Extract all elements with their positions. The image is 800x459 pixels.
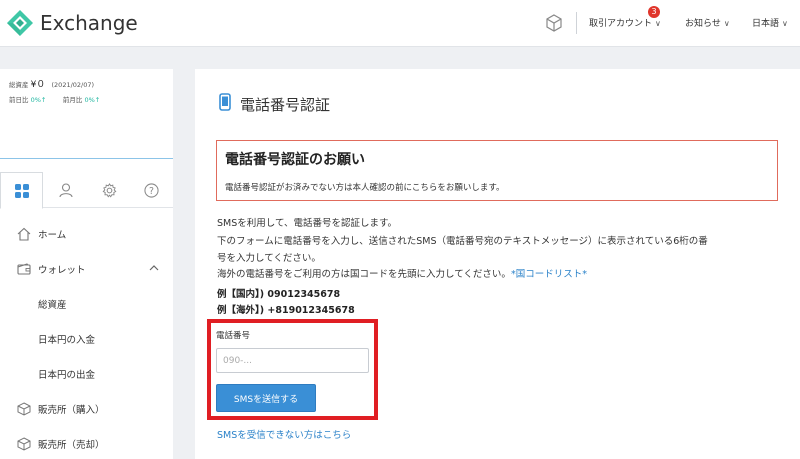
cube-icon [17, 402, 31, 416]
sidebar-item-sell[interactable]: 販売所（売却） [0, 429, 173, 459]
sidebar-divider [0, 158, 173, 159]
wallet-icon [17, 263, 31, 275]
svg-text:?: ? [149, 185, 154, 196]
instruction-line: 海外の電話番号をご利用の方は国コードを先頭に入力してください。*国コードリスト* [217, 266, 587, 280]
language-menu[interactable]: 日本語 ∨ [752, 16, 788, 29]
tab-help[interactable]: ? [130, 172, 173, 208]
sidebar-item-label: 総資産 [38, 300, 67, 311]
sidebar-item-jpy-withdraw[interactable]: 日本円の出金 [0, 359, 173, 389]
sidebar-item-label: 販売所（売却） [38, 440, 105, 451]
sidebar-tabs: ? [0, 172, 173, 209]
instruction-line: SMSを利用して、電話番号を認証します。 [217, 218, 398, 229]
notification-badge: 3 [648, 6, 660, 18]
smartphone-icon [219, 93, 231, 111]
example-domestic: 例【国内】) 09012345678 [217, 289, 341, 300]
trading-account-label: 取引アカウント [589, 19, 653, 29]
chevron-up-icon [149, 265, 159, 271]
language-label: 日本語 [752, 19, 780, 29]
total-assets-value: ¥０ [30, 80, 46, 90]
tab-settings[interactable] [88, 172, 131, 208]
sidebar-item-wallet[interactable]: ウォレット [0, 254, 173, 284]
sidebar-item-label: ウォレット [38, 265, 86, 276]
phone-field-label: 電話番号 [216, 331, 251, 341]
sidebar-item-buy[interactable]: 販売所（購入） [0, 394, 173, 424]
cube-icon[interactable] [545, 14, 563, 32]
sidebar-item-label: ホーム [38, 230, 67, 241]
sidebar-item-jpy-deposit[interactable]: 日本円の入金 [0, 324, 173, 354]
month-change-label: 前月比 [62, 96, 83, 104]
header-separator [576, 12, 577, 34]
instruction-line: 号を入力してください。 [217, 253, 321, 264]
day-change-value: 0%↑ [30, 96, 47, 104]
sidebar-item-label: 日本円の入金 [38, 335, 96, 346]
top-header: Exchange 取引アカウント ∨ 3 お知らせ ∨ 日本語 ∨ [0, 0, 800, 47]
account-change: 前日比 0%↑ 前月比 0%↑ [9, 94, 100, 104]
phone-number-input[interactable] [216, 348, 369, 373]
sms-help-link[interactable]: SMSを受信できない方はこちら [217, 427, 351, 441]
gear-icon [102, 182, 117, 198]
notice-box: 電話番号認証のお願い 電話番号認証がお済みでない方は本人確認の前にこちらをお願い… [216, 140, 778, 201]
sidebar-item-label: 販売所（購入） [38, 405, 105, 416]
instruction-line: 下のフォームに電話番号を入力し、送信されたSMS（電話番号宛のテキストメッセージ… [217, 236, 708, 247]
exchange-logo-icon [7, 10, 33, 36]
notice-title: 電話番号認証のお願い [225, 152, 365, 168]
day-change-label: 前日比 [9, 96, 29, 104]
instruction-text: 海外の電話番号をご利用の方は国コードを先頭に入力してください。 [217, 269, 511, 280]
account-date: (2021/02/07) [51, 81, 95, 89]
brand-name[interactable]: Exchange [40, 11, 138, 35]
page-title: 電話番号認証 [240, 96, 331, 114]
user-icon [58, 182, 73, 197]
sidebar-item-label: 日本円の出金 [38, 370, 96, 381]
chevron-down-icon: ∨ [782, 19, 788, 28]
send-sms-button[interactable]: SMSを送信する [216, 384, 316, 412]
sidebar: 総資産 ¥０ (2021/02/07) 前日比 0%↑ 前月比 0%↑ ? ホー… [0, 69, 173, 459]
dashboard-icon [14, 183, 29, 198]
account-total: 総資産 ¥０ (2021/02/07) [9, 77, 94, 90]
total-assets-label: 総資産 [9, 81, 29, 89]
tab-dashboard[interactable] [0, 172, 43, 209]
month-change-value: 0%↑ [84, 96, 101, 104]
notice-text: 電話番号認証がお済みでない方は本人確認の前にこちらをお願いします。 [225, 183, 505, 193]
chevron-down-icon: ∨ [655, 19, 661, 28]
news-label: お知らせ [685, 19, 721, 29]
home-icon [17, 227, 31, 241]
country-code-link[interactable]: *国コードリスト* [511, 269, 587, 280]
news-menu[interactable]: お知らせ ∨ [685, 16, 730, 29]
chevron-down-icon: ∨ [723, 19, 730, 28]
tab-user[interactable] [44, 172, 87, 208]
trading-account-menu[interactable]: 取引アカウント ∨ [589, 16, 661, 29]
sidebar-item-home[interactable]: ホーム [0, 219, 173, 249]
help-icon: ? [144, 182, 159, 198]
sidebar-item-total-assets[interactable]: 総資産 [0, 289, 173, 319]
cube-icon [17, 437, 31, 451]
example-international: 例【海外】) +819012345678 [217, 305, 355, 316]
